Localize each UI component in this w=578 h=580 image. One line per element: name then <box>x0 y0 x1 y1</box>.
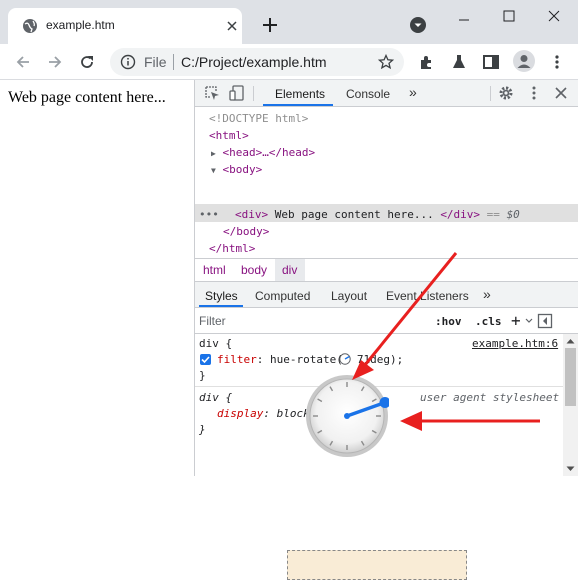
scroll-up-arrow-icon[interactable] <box>566 338 575 344</box>
devtools-topbar: Elements Console » <box>195 80 578 107</box>
node-var-ref: $0 <box>506 208 520 221</box>
box-model-preview <box>287 550 467 580</box>
property-name: display <box>217 407 264 420</box>
body-tag: <body> <box>222 163 263 176</box>
scroll-down-arrow-icon[interactable] <box>566 466 575 472</box>
filter-input[interactable] <box>199 311 419 330</box>
computed-sidebar-toggle-icon[interactable] <box>537 313 553 329</box>
property-value-prefix[interactable]: hue-rotate( <box>270 353 343 366</box>
scrollbar-thumb[interactable] <box>565 348 576 406</box>
kebab-menu-icon[interactable] <box>548 53 566 71</box>
angle-clock-popup[interactable] <box>305 374 389 458</box>
toolbar-divider <box>490 86 491 101</box>
breadcrumb: html body div <box>195 258 578 282</box>
title-bar: example.htm <box>0 0 578 44</box>
back-icon[interactable] <box>14 53 32 71</box>
rule2-close-brace: } <box>199 423 206 436</box>
scheme-label: File <box>144 54 167 70</box>
node-eq: == <box>480 208 507 221</box>
tab-search-icon[interactable] <box>410 17 426 33</box>
new-rule-button[interactable]: + <box>511 311 521 330</box>
toolbar-divider <box>253 86 254 101</box>
breadcrumb-body[interactable]: body <box>241 263 267 277</box>
styles-filter-bar: :hov .cls + <box>195 308 578 334</box>
rule1-close-brace: } <box>199 369 206 382</box>
labs-icon[interactable] <box>450 53 468 71</box>
angle-swatch-icon[interactable] <box>339 353 351 365</box>
rule2-selector: div { <box>199 391 233 404</box>
elements-tree: <!DOCTYPE html> <html> ▶ <head>…</head> … <box>195 108 578 258</box>
clock-center-dot <box>344 413 350 419</box>
url-text[interactable]: C:/Project/example.htm <box>181 54 327 70</box>
tab-console[interactable]: Console <box>346 87 390 101</box>
rule2-declaration: display: block <box>217 407 310 420</box>
globe-icon <box>23 19 37 33</box>
window-close-icon[interactable] <box>548 10 560 22</box>
node-actions-dots[interactable]: ••• <box>199 208 219 221</box>
rule1-selector[interactable]: div { <box>199 337 232 350</box>
more-subtabs-button[interactable]: » <box>483 286 491 302</box>
omnibox-divider <box>173 54 174 70</box>
rule1-source-link[interactable]: example.htm:6 <box>472 337 558 350</box>
inspect-element-icon[interactable] <box>204 85 220 101</box>
reload-icon[interactable] <box>78 53 96 71</box>
div-node[interactable]: <div> Web page content here... </div> ==… <box>235 208 520 221</box>
more-tabs-button[interactable]: » <box>409 84 417 100</box>
star-icon[interactable] <box>378 54 394 70</box>
collapse-triangle-icon[interactable]: ▼ <box>211 166 216 175</box>
head-tag: <head>…</head> <box>222 146 316 159</box>
head-node[interactable]: ▶ <head>…</head> <box>211 146 315 159</box>
doctype-node[interactable]: <!DOCTYPE html> <box>209 112 308 125</box>
close-icon[interactable] <box>553 85 569 101</box>
forward-icon[interactable] <box>46 53 64 71</box>
property-colon: : <box>256 353 270 366</box>
body-node[interactable]: ▼ <body> <box>211 163 262 176</box>
browser-tab[interactable]: example.htm <box>8 8 242 44</box>
active-subtab-indicator <box>199 305 243 307</box>
kebab-menu-icon[interactable] <box>526 85 542 101</box>
sidepanel-icon[interactable] <box>482 53 500 71</box>
tab-layout[interactable]: Layout <box>331 289 367 303</box>
html-close-node: </html> <box>209 242 256 255</box>
property-value-suffix: ); <box>389 353 404 366</box>
gear-icon[interactable] <box>498 85 514 101</box>
device-toolbar-icon[interactable] <box>229 85 245 101</box>
div-open-tag: <div> <box>235 208 269 221</box>
close-icon[interactable] <box>226 20 238 32</box>
expand-triangle-icon[interactable]: ▶ <box>211 149 216 158</box>
tab-title: example.htm <box>46 18 115 32</box>
info-icon[interactable] <box>120 54 136 70</box>
rule1-declaration[interactable]: filter: hue-rotate( 71deg); <box>217 353 403 366</box>
browser-toolbar: File C:/Project/example.htm <box>0 44 578 80</box>
div-text-content: Web page content here... <box>268 208 441 221</box>
address-bar[interactable]: File C:/Project/example.htm <box>110 48 404 76</box>
checkmark-icon <box>201 356 210 364</box>
html-node[interactable]: <html> <box>209 129 249 142</box>
minimize-icon[interactable] <box>458 14 470 26</box>
tab-elements[interactable]: Elements <box>275 87 325 101</box>
property-name[interactable]: filter <box>217 353 257 366</box>
div-close-tag: </div> <box>440 208 481 221</box>
breadcrumb-html[interactable]: html <box>203 263 226 277</box>
tab-styles[interactable]: Styles <box>205 289 238 303</box>
tab-event-listeners[interactable]: Event Listeners <box>386 289 469 303</box>
styles-subtabs: Styles Computed Layout Event Listeners » <box>195 282 578 308</box>
filter-property-checkbox[interactable] <box>200 354 211 365</box>
avatar[interactable] <box>513 50 535 72</box>
page-body-text: Web page content here... <box>8 89 166 106</box>
tab-computed[interactable]: Computed <box>255 289 310 303</box>
avatar-icon <box>517 55 531 68</box>
angle-value[interactable]: 71deg <box>357 353 390 366</box>
hov-toggle[interactable]: :hov <box>435 315 462 328</box>
chevron-down-icon[interactable] <box>525 317 533 325</box>
extensions-icon[interactable] <box>418 53 436 71</box>
active-tab-indicator <box>263 104 333 106</box>
body-close-node: </body> <box>223 225 270 238</box>
maximize-icon[interactable] <box>503 10 515 22</box>
rule2-source-label: user agent stylesheet <box>420 391 560 404</box>
cls-toggle[interactable]: .cls <box>475 315 502 328</box>
plus-icon[interactable] <box>262 17 278 33</box>
property-colon: : <box>263 407 277 420</box>
breadcrumb-div[interactable]: div <box>282 263 297 277</box>
